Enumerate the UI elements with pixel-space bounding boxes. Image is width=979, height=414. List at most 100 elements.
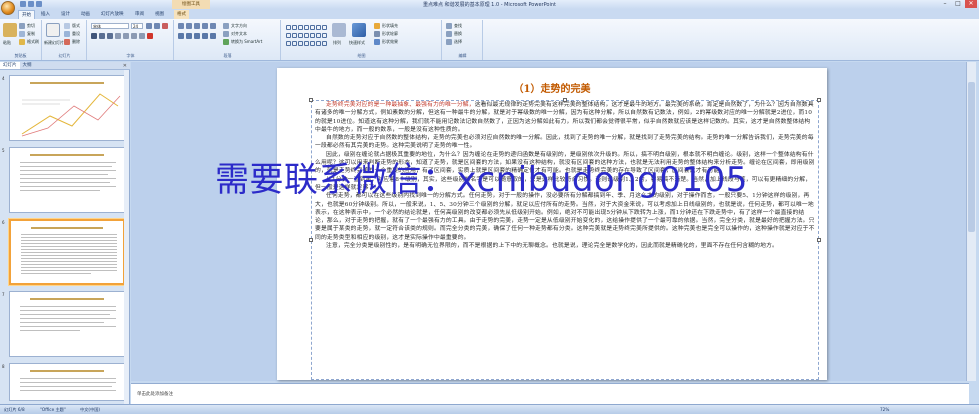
delete-icon [64, 39, 70, 45]
layout-button[interactable]: 版式 [64, 23, 80, 29]
bullets-icon[interactable] [178, 23, 184, 29]
cursor-icon [446, 39, 452, 45]
paste-icon[interactable] [3, 23, 17, 37]
binoculars-icon [446, 23, 452, 29]
office-button[interactable] [1, 1, 15, 15]
slide-thumbnail[interactable] [9, 363, 125, 401]
smartart-button[interactable]: 转换为 SmartArt [223, 39, 262, 45]
justify-icon[interactable] [202, 33, 208, 39]
shape-outline-button[interactable]: 形状轮廓 [374, 31, 398, 37]
quick-styles-icon[interactable] [352, 23, 366, 37]
find-button[interactable]: 查找 [446, 23, 462, 29]
clear-format-icon[interactable] [162, 23, 168, 29]
tab-animation[interactable]: 动画 [78, 10, 93, 19]
italic-icon[interactable] [99, 33, 105, 39]
notes-pane[interactable]: 单击此处添加备注 [131, 383, 969, 404]
notes-placeholder: 单击此处添加备注 [137, 392, 173, 397]
slide-count: 幻灯片 6/8 [4, 407, 25, 412]
thumb-number: 4 [2, 76, 5, 81]
numbering-icon[interactable] [186, 23, 192, 29]
current-slide[interactable]: （1）走势的完美 走势终完美对应的是一种最抽象、最强有力的唯一分解，这看似最无规… [277, 68, 827, 380]
language-indicator: 中文(中国) [80, 407, 101, 412]
align-center-icon[interactable] [186, 33, 192, 39]
strikethrough-icon[interactable] [115, 33, 121, 39]
thumb-chart-icon [21, 93, 121, 137]
ribbon: 粘贴 剪切 复制 格式刷 剪贴板 新建幻灯片 版式 重设 删除 幻灯片 宋体 2… [0, 19, 979, 61]
resize-handle[interactable] [817, 98, 821, 102]
new-slide-icon[interactable] [46, 23, 60, 37]
quick-styles-label: 快速样式 [349, 40, 365, 45]
smartart-icon [223, 39, 229, 45]
slides-group-label: 幻灯片 [58, 53, 71, 58]
resize-handle[interactable] [817, 238, 821, 242]
tab-review[interactable]: 审阅 [132, 10, 147, 19]
maximize-icon[interactable]: □ [952, 0, 964, 8]
brush-icon [19, 39, 25, 45]
delete-button[interactable]: 删除 [64, 39, 80, 45]
slides-group: 新建幻灯片 版式 重设 删除 幻灯片 [43, 20, 87, 60]
slides-panel: 幻灯片 大纲 ✕ 4 5 6 7 8 [0, 62, 130, 404]
text-direction-button[interactable]: 文字方向 [223, 23, 247, 29]
panel-scrollbar[interactable] [124, 70, 129, 404]
paragraph: 自然数的走势对应于自然数的整体结构，走势的完美也必须对应自然数的唯一分解。因此，… [315, 135, 814, 150]
decrease-indent-icon[interactable] [194, 23, 200, 29]
shadow-icon[interactable] [123, 33, 129, 39]
thumb-number: 5 [2, 148, 5, 153]
bold-icon[interactable] [91, 33, 97, 39]
thumb-number: 8 [2, 364, 5, 369]
slide-thumbnail[interactable] [9, 147, 125, 213]
panel-tab-slides[interactable]: 幻灯片 [0, 62, 20, 69]
shape-fill-button[interactable]: 形状填充 [374, 23, 398, 29]
format-painter-button[interactable]: 格式刷 [19, 39, 39, 45]
copy-button[interactable]: 复制 [19, 31, 35, 37]
font-name-select[interactable]: 宋体 [91, 23, 129, 29]
paragraph-group: 文字方向 对齐文本 转换为 SmartArt 段落 [175, 20, 281, 60]
clipboard-group-label: 剪贴板 [14, 53, 27, 58]
scissors-icon [19, 23, 25, 29]
change-case-icon[interactable] [139, 33, 145, 39]
tab-slideshow[interactable]: 幻灯片放映 [98, 10, 127, 19]
shrink-font-icon[interactable] [154, 23, 160, 29]
align-text-button[interactable]: 对齐文本 [223, 31, 247, 37]
slide-title[interactable]: （1）走势的完美 [277, 80, 827, 95]
increase-indent-icon[interactable] [202, 23, 208, 29]
font-color-icon[interactable] [147, 33, 153, 39]
tab-insert[interactable]: 插入 [38, 10, 53, 19]
grow-font-icon[interactable] [146, 23, 152, 29]
resize-handle[interactable] [309, 98, 313, 102]
tab-design[interactable]: 设计 [58, 10, 73, 19]
columns-icon[interactable] [210, 33, 216, 39]
slide-scrollbar[interactable] [966, 62, 976, 381]
char-spacing-icon[interactable] [131, 33, 137, 39]
close-icon[interactable]: ✕ [965, 0, 977, 8]
ribbon-tabs: 开始 插入 设计 动画 幻灯片放映 审阅 视图 格式 [0, 9, 979, 19]
replace-button[interactable]: 替换 [446, 31, 462, 37]
paragraph: 注意，完全分类是级别性的，是有明确无位界限的，而不是根据的上下中的无聊概念。也就… [326, 243, 778, 250]
zoom-level[interactable]: 72% [880, 407, 889, 412]
shape-effects-button[interactable]: 形状效果 [374, 39, 398, 45]
resize-handle[interactable] [309, 238, 313, 242]
cut-button[interactable]: 剪切 [19, 23, 35, 29]
reset-icon [64, 31, 70, 37]
tab-home[interactable]: 开始 [18, 10, 35, 19]
reset-button[interactable]: 重设 [64, 31, 80, 37]
slide-thumbnail-selected[interactable] [9, 219, 125, 285]
resize-handle[interactable] [563, 98, 567, 102]
select-button[interactable]: 选择 [446, 39, 462, 45]
slide-thumbnail[interactable] [9, 75, 125, 141]
paste-label: 粘贴 [3, 40, 11, 45]
panel-tab-outline[interactable]: 大纲 [20, 62, 35, 69]
close-panel-icon[interactable]: ✕ [123, 63, 127, 69]
align-right-icon[interactable] [194, 33, 200, 39]
shapes-gallery[interactable] [285, 24, 327, 48]
line-spacing-icon[interactable] [210, 23, 216, 29]
font-size-select[interactable]: 24 [131, 23, 143, 29]
arrange-icon[interactable] [332, 23, 346, 37]
slide-text-box[interactable]: 走势终完美对应的是一种最抽象、最强有力的唯一分解，这看似最无规律的走势完美有这样… [311, 100, 819, 380]
align-left-icon[interactable] [178, 33, 184, 39]
slide-thumbnail[interactable] [9, 291, 125, 357]
tab-view[interactable]: 视图 [152, 10, 167, 19]
tab-format[interactable]: 格式 [174, 10, 189, 19]
minimize-icon[interactable]: – [939, 0, 951, 8]
underline-icon[interactable] [107, 33, 113, 39]
